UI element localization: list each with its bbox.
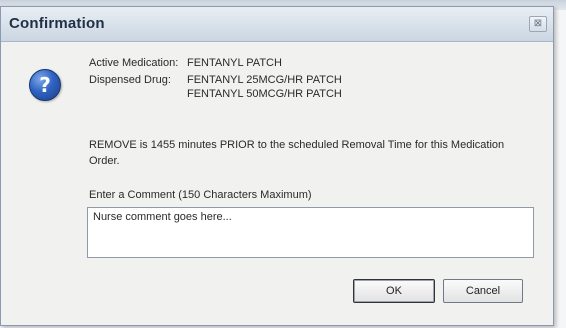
comment-label: Enter a Comment (150 Characters Maximum) <box>89 189 312 201</box>
dispensed-drug-value-2: FENTANYL 50MCG/HR PATCH <box>187 88 342 100</box>
active-medication-value: FENTANYL PATCH <box>187 57 282 69</box>
comment-input[interactable]: Nurse comment goes here... <box>87 207 534 258</box>
ok-button[interactable]: OK <box>353 279 435 303</box>
close-icon: ⊠ <box>533 18 543 29</box>
dispensed-drug-label: Dispensed Drug: <box>89 74 171 86</box>
close-button[interactable]: ⊠ <box>529 16 547 32</box>
title-bar[interactable]: Confirmation ⊠ <box>1 7 553 42</box>
dialog-title: Confirmation <box>9 15 105 32</box>
active-medication-label: Active Medication: <box>89 57 179 69</box>
dispensed-drug-value-1: FENTANYL 25MCG/HR PATCH <box>187 74 342 86</box>
confirmation-dialog: Confirmation ⊠ ? Active Medication: FENT… <box>0 6 554 326</box>
question-icon: ? <box>29 69 61 101</box>
cancel-button[interactable]: Cancel <box>443 279 523 303</box>
warning-message: REMOVE is 1455 minutes PRIOR to the sche… <box>89 139 505 167</box>
